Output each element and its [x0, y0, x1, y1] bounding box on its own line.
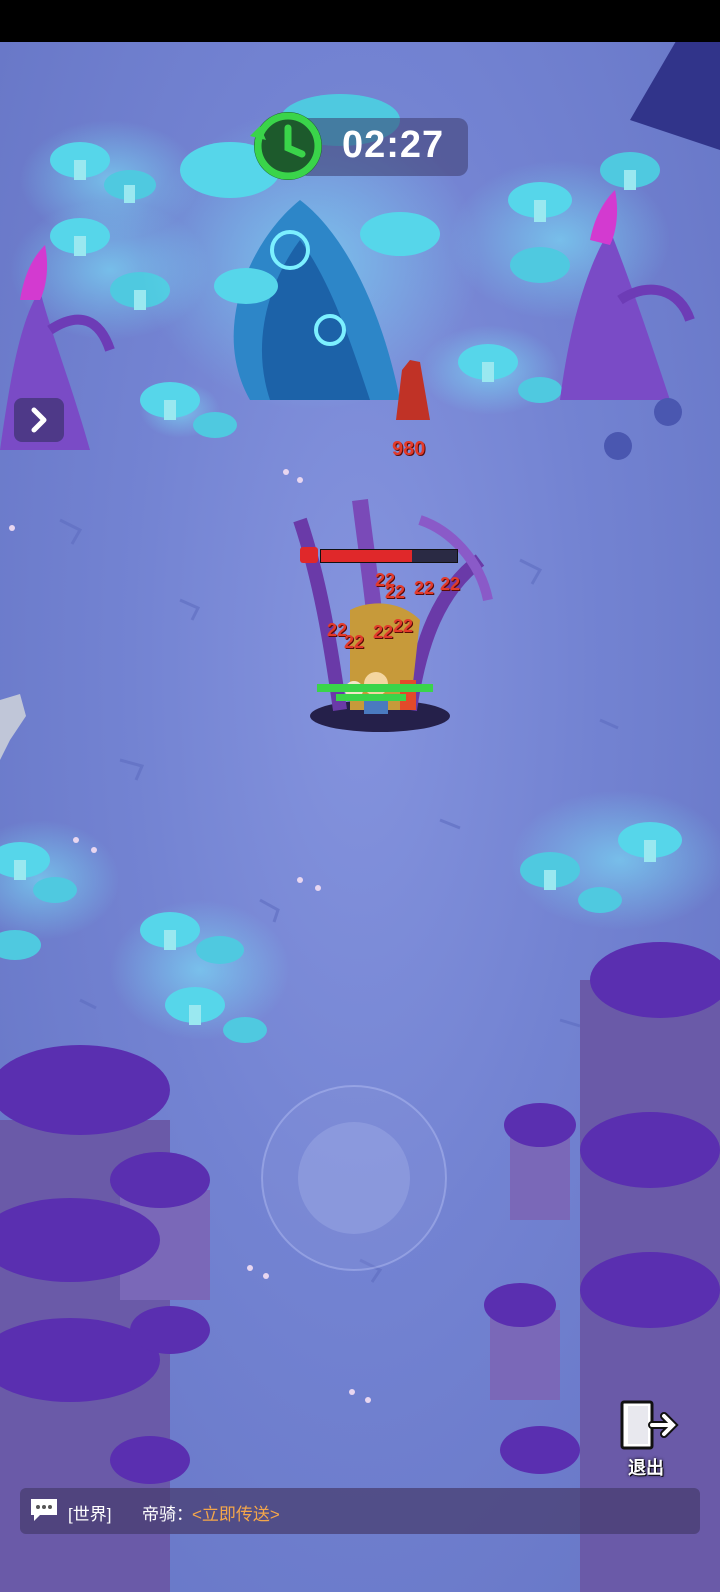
- exit-door-icon: [620, 1400, 679, 1450]
- damage-number: 22: [373, 622, 394, 642]
- status-bar: [0, 0, 720, 42]
- exit-button[interactable]: 退出: [610, 1396, 682, 1480]
- virtual-joystick: [261, 1085, 447, 1271]
- match-timer: 02:27: [246, 106, 472, 186]
- boss-hp-bar: [300, 547, 460, 563]
- boss-hp-fill: [321, 550, 412, 562]
- world-chat-bar[interactable]: [世界] 帝骑： <立即传送>: [20, 1488, 700, 1534]
- damage-number: 22: [385, 582, 406, 602]
- side-panel-toggle-button[interactable]: [14, 398, 64, 442]
- timer-text: 02:27: [342, 124, 445, 166]
- chat-bubble-icon: [31, 1499, 57, 1521]
- mushroom-cluster-right-mid: [510, 790, 720, 930]
- damage-number: 22: [440, 574, 461, 594]
- scenery: [0, 42, 720, 1592]
- clock-refresh-icon: [250, 112, 322, 180]
- cliff-rock-top-right: [630, 42, 720, 150]
- damage-number: 980: [392, 438, 426, 460]
- boss-demon-icon: [300, 547, 318, 563]
- game-world[interactable]: 22 22 22 22 22 22 22 22 980: [0, 42, 720, 1592]
- chat-channel-label: [世界]: [68, 1505, 112, 1524]
- mushroom-cluster-left-mid: [0, 820, 290, 1043]
- damage-number: 22: [414, 578, 435, 598]
- chevron-right-icon: [31, 407, 47, 433]
- chat-sender-name: 帝骑：: [142, 1505, 193, 1524]
- hero-hp-bar: [336, 694, 406, 701]
- damage-number: 22: [393, 616, 414, 636]
- exit-label: 退出: [628, 1458, 664, 1478]
- damage-number: 22: [344, 632, 365, 652]
- hero-hp-bar: [317, 684, 433, 692]
- chat-teleport-link[interactable]: <立即传送>: [192, 1500, 280, 1525]
